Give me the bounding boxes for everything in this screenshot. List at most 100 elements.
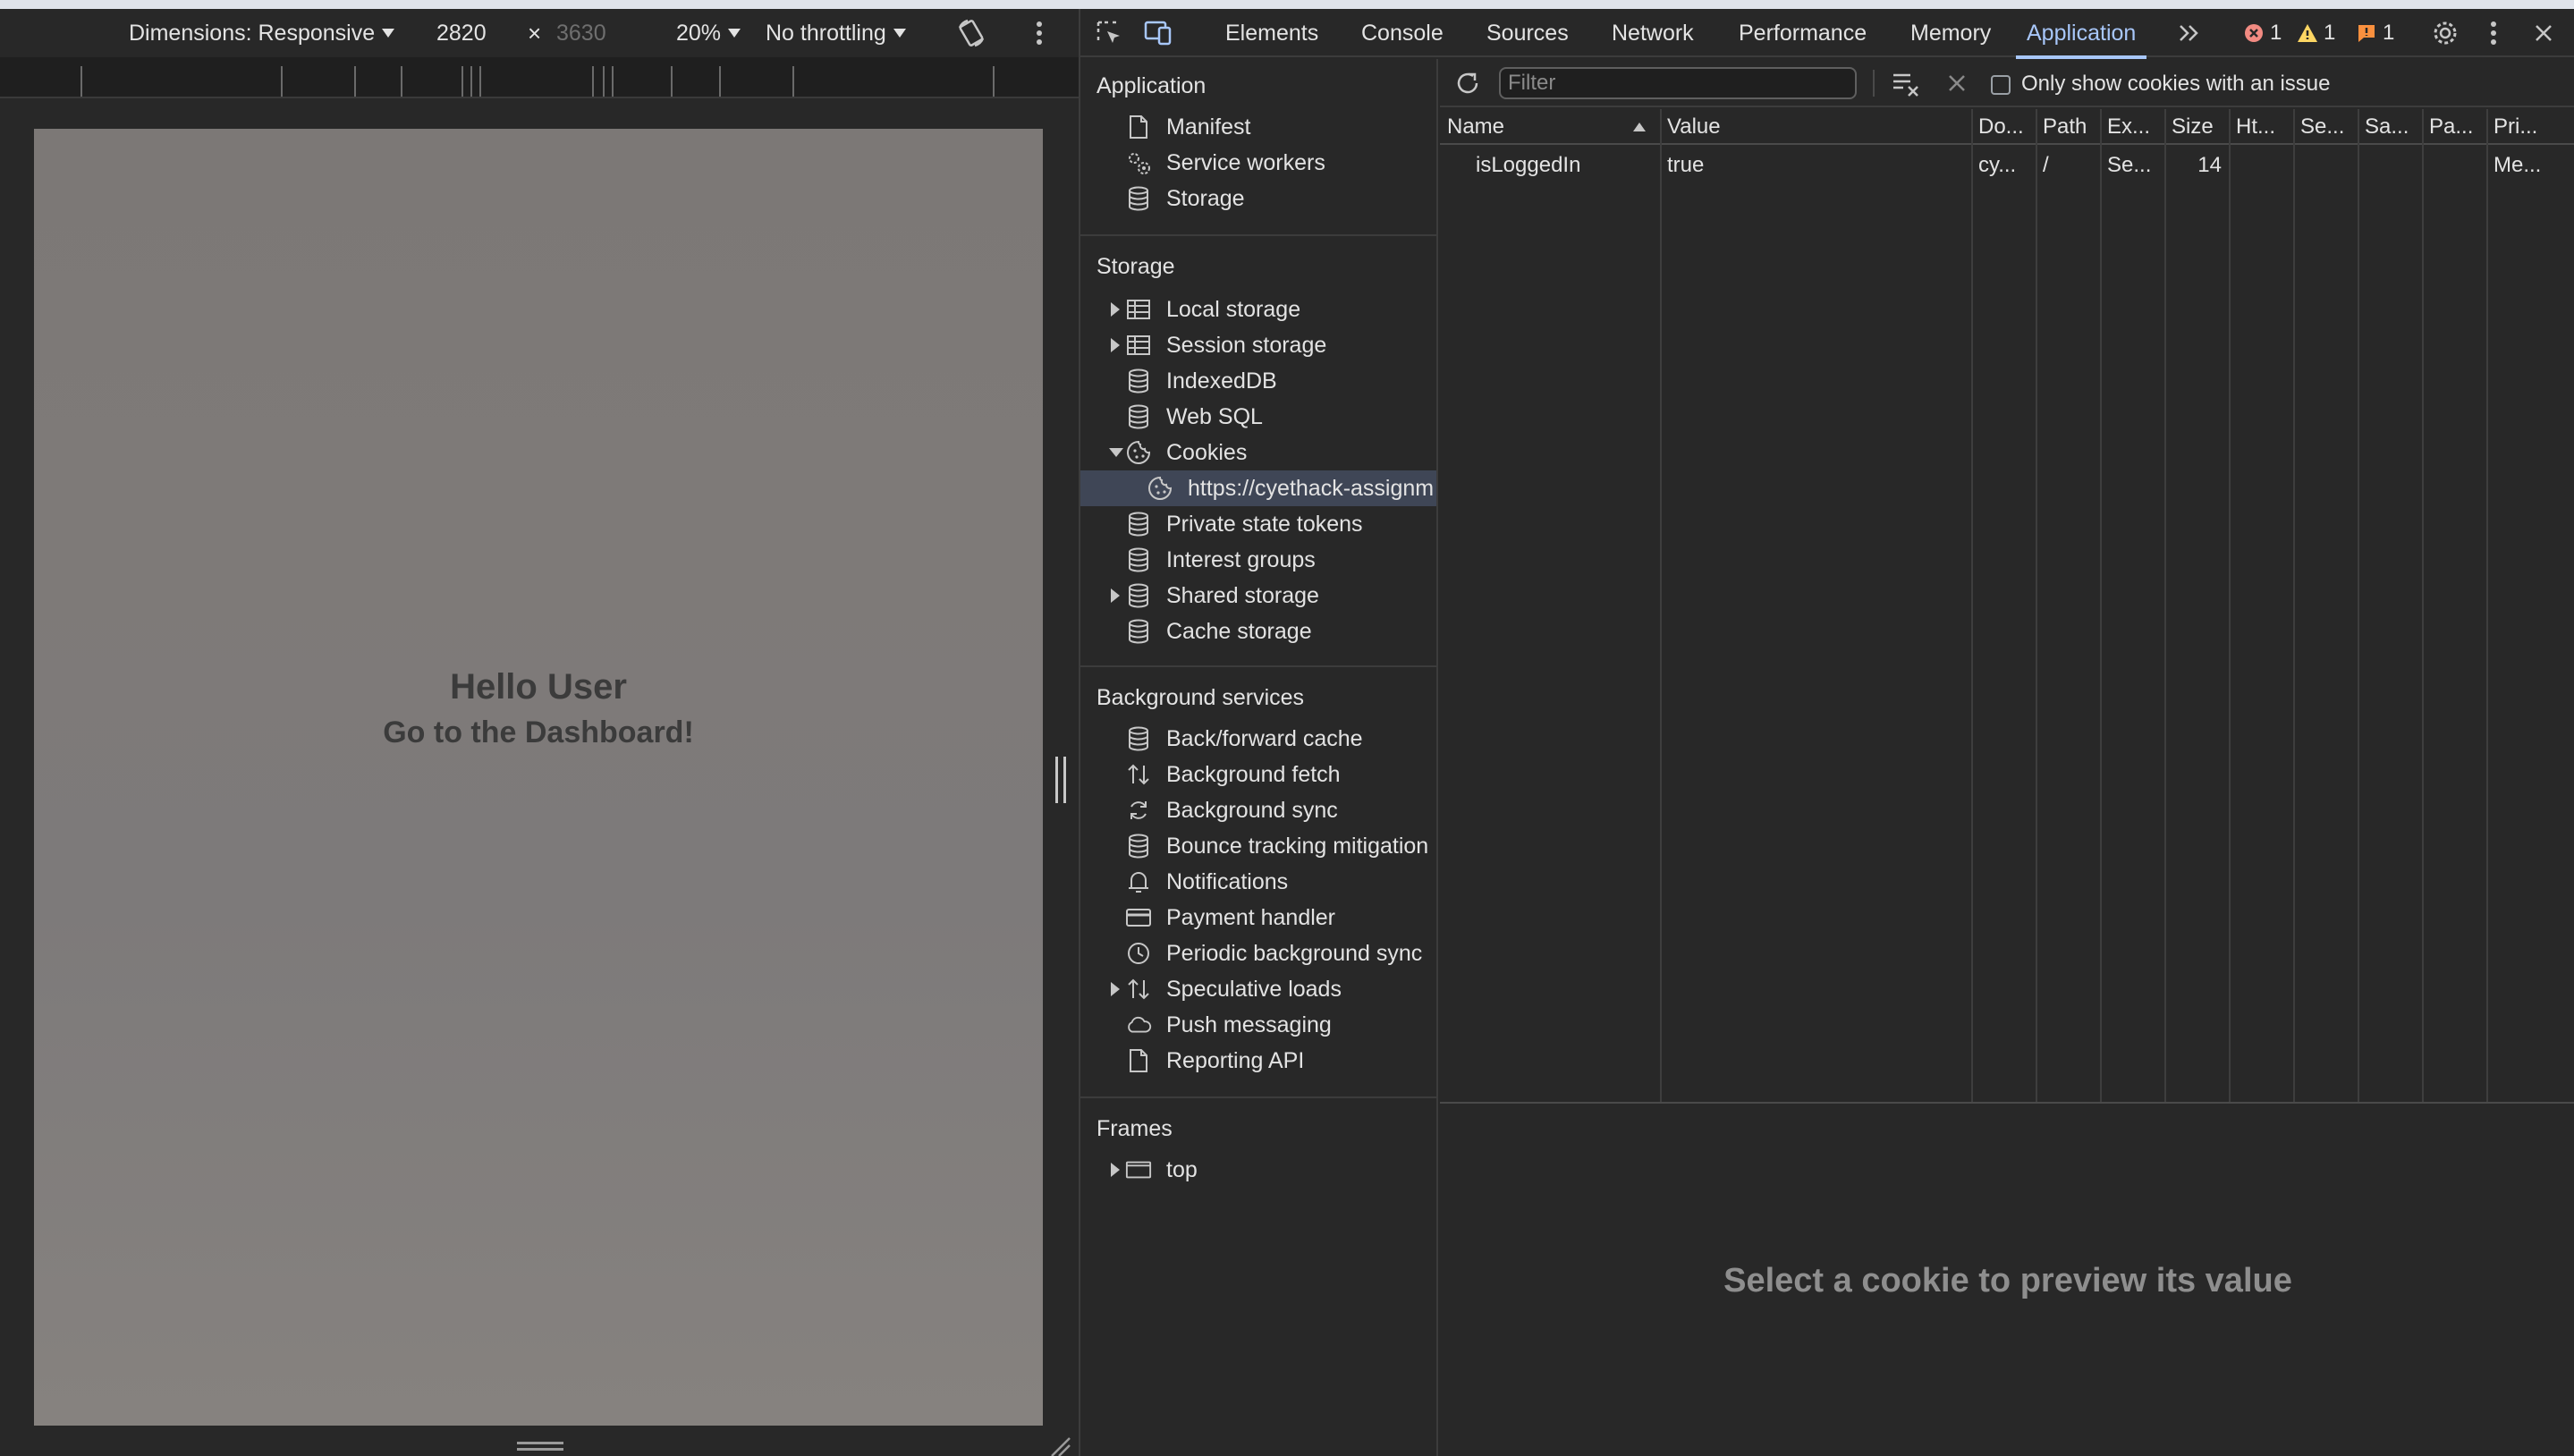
sidebar-item-interest-groups[interactable]: Interest groups xyxy=(1080,542,1436,578)
section-title-storage: Storage xyxy=(1096,254,1175,279)
expand-arrow-icon[interactable] xyxy=(1111,1163,1120,1177)
sidebar-item-storage-overview[interactable]: Storage xyxy=(1080,181,1436,216)
swap-dimensions-icon[interactable]: × xyxy=(528,9,541,57)
column-header-path[interactable]: Path xyxy=(2036,109,2100,145)
sidebar-item-payment-handler[interactable]: Payment handler xyxy=(1080,900,1436,935)
sidebar-item-cookies[interactable]: Cookies xyxy=(1080,435,1436,470)
column-header-partition-key[interactable]: Pa... xyxy=(2422,109,2486,145)
table-header: Name Value Do... Path Ex... Size Ht... S… xyxy=(1440,109,2574,145)
warning-count-badge[interactable]: 1 xyxy=(2297,9,2335,57)
cookie-domain-cell: cy... xyxy=(1978,153,2017,177)
column-header-domain[interactable]: Do... xyxy=(1971,109,2036,145)
expand-arrow-icon[interactable] xyxy=(1111,588,1120,603)
width-value: 2820 xyxy=(436,20,487,46)
section-title-application: Application xyxy=(1096,73,1207,98)
inspect-element-icon[interactable] xyxy=(1095,9,1123,57)
column-header-size[interactable]: Size xyxy=(2164,109,2229,145)
sidebar-item-cache-storage[interactable]: Cache storage xyxy=(1080,614,1436,649)
section-divider xyxy=(1080,234,1436,236)
viewport-height-resize-handle[interactable] xyxy=(517,1442,563,1451)
sidebar-item-web-sql[interactable]: Web SQL xyxy=(1080,399,1436,435)
sidebar-item-manifest[interactable]: Manifest xyxy=(1080,109,1436,145)
column-header-value[interactable]: Value xyxy=(1660,109,1971,145)
delete-selected-icon[interactable] xyxy=(1946,72,1968,98)
viewport-width-resize-handle[interactable] xyxy=(1055,757,1066,803)
width-input[interactable]: 2820 xyxy=(436,9,487,57)
more-options-icon[interactable] xyxy=(1034,9,1045,57)
column-header-httponly[interactable]: Ht... xyxy=(2229,109,2293,145)
sidebar-item-private-state-tokens[interactable]: Private state tokens xyxy=(1080,506,1436,542)
devtools-menu-icon[interactable] xyxy=(2488,9,2499,57)
zoom-dropdown[interactable]: 20% xyxy=(676,9,741,57)
sidebar-item-periodic-background-sync[interactable]: Periodic background sync xyxy=(1080,935,1436,971)
collapse-arrow-icon[interactable] xyxy=(1109,448,1123,457)
close-devtools-icon[interactable] xyxy=(2533,9,2554,57)
sidebar-item-push-messaging[interactable]: Push messaging xyxy=(1080,1007,1436,1043)
sidebar-item-back-forward-cache[interactable]: Back/forward cache xyxy=(1080,721,1436,757)
database-icon xyxy=(1125,618,1152,645)
cookie-filter-input[interactable] xyxy=(1499,67,1857,99)
sidebar-item-cookie-origin[interactable]: https://cyethack-assignm xyxy=(1080,470,1436,506)
sidebar-item-frame-top[interactable]: top xyxy=(1080,1152,1436,1188)
document-icon xyxy=(1125,1047,1152,1074)
column-header-expires[interactable]: Ex... xyxy=(2100,109,2164,145)
expand-arrow-icon[interactable] xyxy=(1111,338,1120,352)
column-header-secure[interactable]: Se... xyxy=(2293,109,2358,145)
sidebar-item-background-fetch[interactable]: Background fetch xyxy=(1080,757,1436,792)
tab-elements[interactable]: Elements xyxy=(1225,9,1318,57)
resize-corner-icon[interactable] xyxy=(1048,1435,1071,1456)
clock-icon xyxy=(1125,940,1152,967)
tab-performance[interactable]: Performance xyxy=(1739,9,1867,57)
tab-application[interactable]: Application xyxy=(2016,9,2147,59)
device-toolbar: Dimensions: Responsive 2820 × 3630 20% N… xyxy=(0,9,1079,57)
tab-memory[interactable]: Memory xyxy=(1910,9,1991,57)
throttling-dropdown[interactable]: No throttling xyxy=(766,9,906,57)
sidebar-item-service-workers[interactable]: Service workers xyxy=(1080,145,1436,181)
sidebar-item-speculative-loads[interactable]: Speculative loads xyxy=(1080,971,1436,1007)
sidebar-item-shared-storage[interactable]: Shared storage xyxy=(1080,578,1436,614)
more-tabs-icon[interactable] xyxy=(2177,9,2202,57)
column-header-name[interactable]: Name xyxy=(1440,109,1660,145)
expand-arrow-icon[interactable] xyxy=(1111,302,1120,317)
sidebar-item-notifications[interactable]: Notifications xyxy=(1080,864,1436,900)
sidebar-item-reporting-api[interactable]: Reporting API xyxy=(1080,1043,1436,1079)
dimensions-dropdown[interactable]: Dimensions: Responsive xyxy=(129,9,395,57)
device-emulation-pane: Dimensions: Responsive 2820 × 3630 20% N… xyxy=(0,9,1079,1456)
device-toolbar-toggle-icon[interactable] xyxy=(1143,9,1173,57)
chevron-down-icon xyxy=(893,29,906,38)
sidebar-item-local-storage[interactable]: Local storage xyxy=(1080,292,1436,327)
sidebar-item-bounce-tracking-mitigation[interactable]: Bounce tracking mitigation xyxy=(1080,828,1436,864)
cookie-priority-cell: Me... xyxy=(2494,153,2542,177)
up-down-arrows-icon xyxy=(1125,976,1152,1003)
sidebar-item-session-storage[interactable]: Session storage xyxy=(1080,327,1436,363)
database-icon xyxy=(1125,368,1152,394)
only-issues-checkbox[interactable] xyxy=(1991,75,2011,95)
application-sidebar: Application Manifest Service workers Sto… xyxy=(1080,59,1438,1456)
database-icon xyxy=(1125,185,1152,212)
tab-network[interactable]: Network xyxy=(1612,9,1694,57)
error-count-badge[interactable]: 1 xyxy=(2243,9,2282,57)
height-input[interactable]: 3630 xyxy=(556,9,606,57)
chevron-down-icon xyxy=(382,29,395,38)
cookie-icon xyxy=(1147,475,1173,502)
credit-card-icon xyxy=(1125,904,1152,931)
database-icon xyxy=(1125,511,1152,538)
refresh-icon[interactable] xyxy=(1454,70,1481,101)
clear-all-cookies-icon[interactable] xyxy=(1891,70,1921,101)
chevron-down-icon xyxy=(728,29,741,38)
issue-count-badge[interactable]: 1 xyxy=(2356,9,2394,57)
settings-gear-icon[interactable] xyxy=(2431,9,2460,57)
sidebar-item-background-sync[interactable]: Background sync xyxy=(1080,792,1436,828)
tab-sources[interactable]: Sources xyxy=(1486,9,1569,57)
rotate-icon[interactable] xyxy=(955,9,987,57)
tab-console[interactable]: Console xyxy=(1361,9,1444,57)
devtools-tab-bar: Elements Console Sources Network Perform… xyxy=(1080,9,2574,59)
section-divider xyxy=(1080,1096,1436,1098)
sidebar-item-indexeddb[interactable]: IndexedDB xyxy=(1080,363,1436,399)
column-header-samesite[interactable]: Sa... xyxy=(2358,109,2422,145)
emulated-viewport[interactable]: Hello User Go to the Dashboard! xyxy=(34,129,1043,1426)
page-subheading: Go to the Dashboard! xyxy=(383,715,694,749)
column-header-priority[interactable]: Pri... xyxy=(2486,109,2574,145)
media-query-ruler[interactable] xyxy=(0,57,1079,98)
expand-arrow-icon[interactable] xyxy=(1111,982,1120,996)
